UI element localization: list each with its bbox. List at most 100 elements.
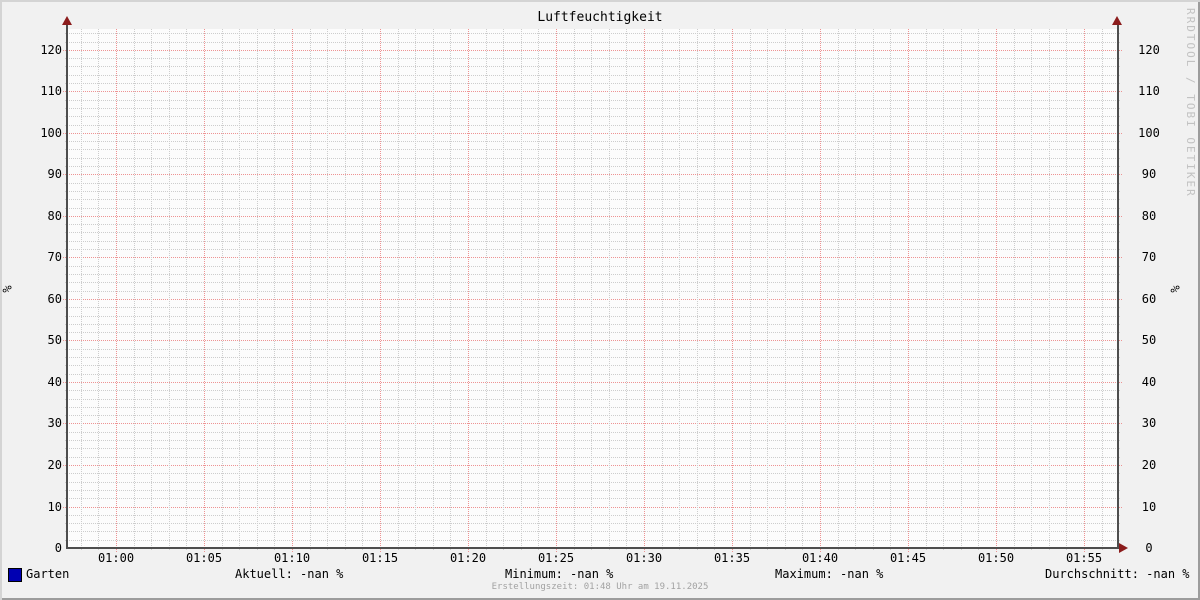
minor-gridline-v (521, 29, 522, 550)
minor-gridline-v (503, 29, 504, 550)
minor-gridline-v (538, 29, 539, 550)
major-gridline-v (468, 29, 469, 552)
series-label: Garten (26, 568, 69, 581)
y-tick-label-left: 30 (0, 417, 62, 429)
y-tick-label-right: 100 (1136, 127, 1162, 139)
creation-timestamp: Erstellungszeit: 01:48 Uhr am 19.11.2025 (0, 582, 1200, 592)
stat-aktuell: Aktuell: -nan % (235, 568, 343, 581)
minor-gridline-v (310, 29, 311, 550)
x-tick-label: 01:50 (966, 552, 1026, 564)
series-color-swatch (8, 568, 22, 582)
legend: Garten Aktuell: -nan % Minimum: -nan % M… (0, 568, 1200, 582)
x-tick-label: 01:20 (438, 552, 498, 564)
major-gridline-v (996, 29, 997, 552)
y-axis-left-arrow-icon (62, 16, 72, 25)
chart-title: Luftfeuchtigkeit (0, 11, 1200, 25)
y-tick-label-right: 80 (1136, 210, 1162, 222)
minor-gridline-v (591, 29, 592, 550)
y-tick-label-right: 50 (1136, 334, 1162, 346)
x-tick-label: 01:05 (174, 552, 234, 564)
y-tick-label-right: 120 (1136, 44, 1162, 56)
x-tick-label: 01:35 (702, 552, 762, 564)
minor-gridline-v (186, 29, 187, 550)
minor-gridline-v (679, 29, 680, 550)
minor-gridline-v (134, 29, 135, 550)
x-tick-label: 01:15 (350, 552, 410, 564)
minor-gridline-v (662, 29, 663, 550)
x-axis (66, 547, 1119, 549)
minor-gridline-v (978, 29, 979, 550)
y-tick-label-left: 90 (0, 168, 62, 180)
x-tick-label: 01:00 (86, 552, 146, 564)
minor-gridline-v (1049, 29, 1050, 550)
minor-gridline-v (785, 29, 786, 550)
major-gridline-v (556, 29, 557, 552)
rrdtool-graph: Luftfeuchtigkeit RRDTOOL / TOBI OETIKER … (0, 0, 1200, 600)
minor-gridline-v (362, 29, 363, 550)
minor-gridline-v (257, 29, 258, 550)
minor-gridline-v (750, 29, 751, 550)
y-tick-label-left: 120 (0, 44, 62, 56)
minor-gridline-v (890, 29, 891, 550)
minor-gridline-v (415, 29, 416, 550)
major-gridline-v (732, 29, 733, 552)
y-axis-left (66, 24, 68, 549)
minor-gridline-v (398, 29, 399, 550)
y-tick-label-right: 30 (1136, 417, 1162, 429)
y-tick-label-right: 90 (1136, 168, 1162, 180)
x-tick-label: 01:10 (262, 552, 322, 564)
y-tick-label-left: 0 (0, 542, 62, 554)
stat-maximum: Maximum: -nan % (775, 568, 883, 581)
minor-gridline-v (1031, 29, 1032, 550)
y-tick-label-left: 50 (0, 334, 62, 346)
x-tick-label: 01:45 (878, 552, 938, 564)
minor-gridline-v (1014, 29, 1015, 550)
x-axis-arrow-icon (1119, 543, 1128, 553)
minor-gridline-v (838, 29, 839, 550)
minor-gridline-v (327, 29, 328, 550)
y-tick-label-left: 60 (0, 293, 62, 305)
major-gridline-v (644, 29, 645, 552)
minor-gridline-v (274, 29, 275, 550)
stat-minimum: Minimum: -nan % (505, 568, 613, 581)
minor-gridline-v (943, 29, 944, 550)
minor-gridline-v (222, 29, 223, 550)
y-tick-label-left: 80 (0, 210, 62, 222)
minor-gridline-v (1066, 29, 1067, 550)
minor-gridline-v (239, 29, 240, 550)
minor-gridline-v (767, 29, 768, 550)
minor-gridline-v (714, 29, 715, 550)
minor-gridline-v (574, 29, 575, 550)
major-gridline-v (908, 29, 909, 552)
y-axis-unit-right: % (1170, 285, 1182, 292)
major-gridline-v (292, 29, 293, 552)
major-gridline-v (116, 29, 117, 552)
y-tick-label-right: 0 (1136, 542, 1162, 554)
minor-gridline-v (169, 29, 170, 550)
y-tick-label-left: 20 (0, 459, 62, 471)
minor-gridline-v (345, 29, 346, 550)
x-tick-label: 01:40 (790, 552, 850, 564)
y-tick-label-right: 110 (1136, 85, 1162, 97)
y-tick-label-left: 110 (0, 85, 62, 97)
y-axis-right-arrow-icon (1112, 16, 1122, 25)
x-tick-label: 01:30 (614, 552, 674, 564)
y-tick-label-right: 20 (1136, 459, 1162, 471)
y-tick-label-right: 40 (1136, 376, 1162, 388)
minor-gridline-v (450, 29, 451, 550)
minor-gridline-v (697, 29, 698, 550)
y-tick-label-right: 70 (1136, 251, 1162, 263)
stat-durchschnitt: Durchschnitt: -nan % (1045, 568, 1190, 581)
minor-gridline-v (855, 29, 856, 550)
y-axis-right (1117, 24, 1119, 549)
plot-area (67, 29, 1118, 548)
minor-gridline-v (926, 29, 927, 550)
major-gridline-v (1084, 29, 1085, 552)
y-tick-label-right: 10 (1136, 501, 1162, 513)
rrdtool-watermark: RRDTOOL / TOBI OETIKER (1184, 8, 1197, 198)
minor-gridline-v (81, 29, 82, 550)
minor-gridline-v (802, 29, 803, 550)
major-gridline-v (380, 29, 381, 552)
minor-gridline-v (486, 29, 487, 550)
y-axis-unit-left: % (2, 285, 14, 292)
